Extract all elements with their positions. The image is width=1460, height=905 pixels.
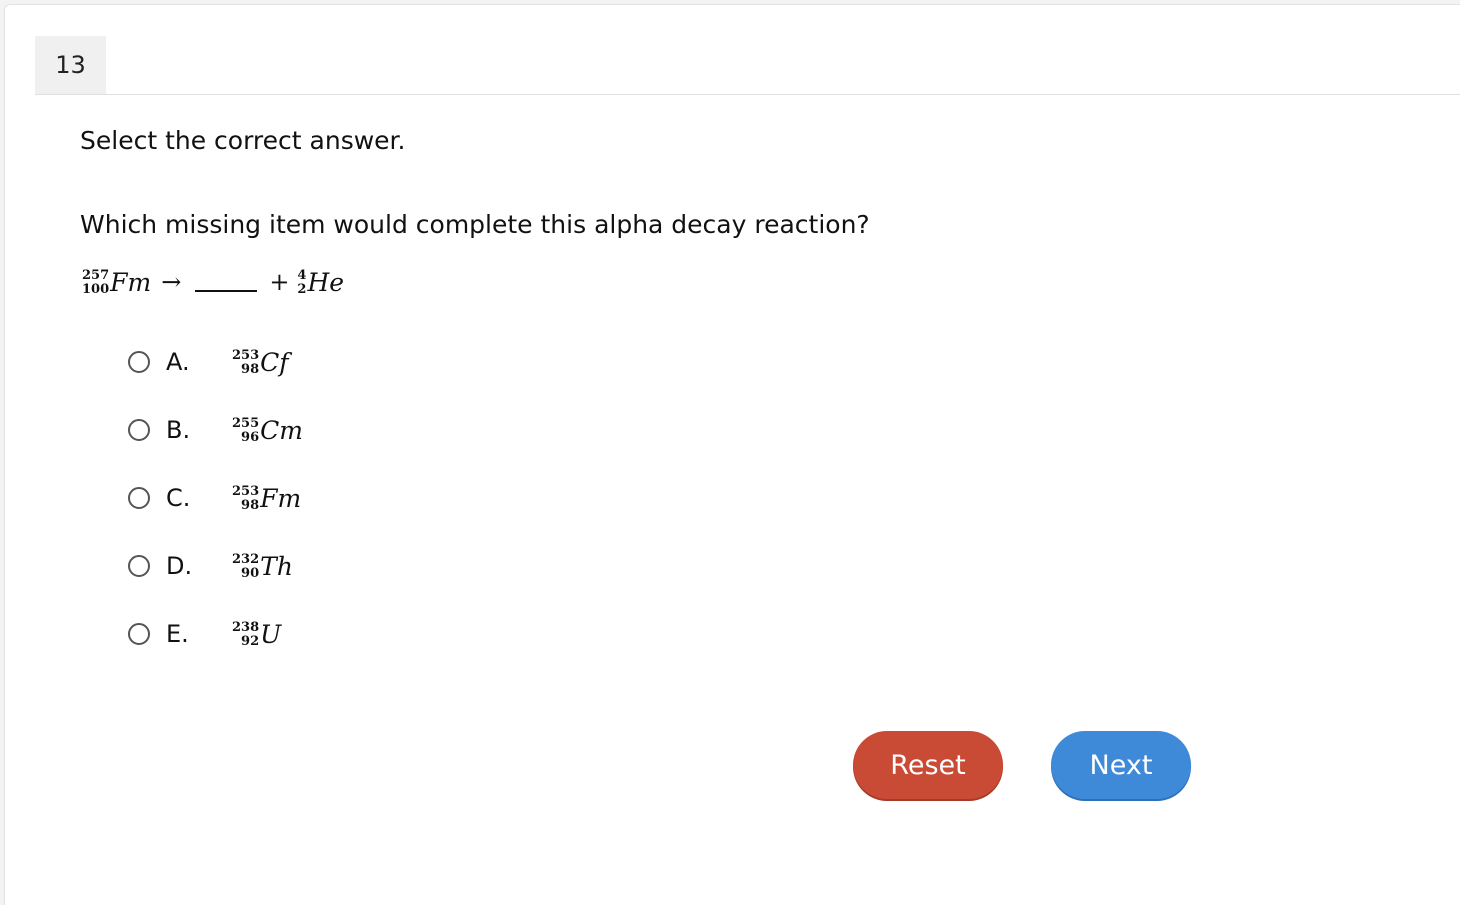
radio-button-c[interactable] [128,487,150,509]
option-b[interactable]: B. 255 96 Cm [128,396,303,464]
element-symbol: U [260,619,282,649]
option-nuclide: 232 90 Th [232,552,293,581]
option-e[interactable]: E. 238 92 U [128,600,303,668]
product-nuclide: 4 2 He [297,268,344,297]
atomic-number: 98 [241,497,260,513]
question-number: 13 [35,36,106,94]
question-number-bar: 13 [35,36,1460,95]
reset-button[interactable]: Reset [853,731,1003,799]
reaction-arrow: → [161,268,182,296]
decay-equation: 257 100 Fm → + 4 2 He [82,262,344,302]
option-letter: B. [166,416,191,444]
mass-number: 232 [232,551,260,567]
question-text: Which missing item would complete this a… [80,210,870,239]
option-nuclide: 253 98 Cf [232,348,289,377]
option-nuclide: 253 98 Fm [232,484,301,513]
option-letter: A. [166,348,190,376]
radio-button-d[interactable] [128,555,150,577]
atomic-number: 92 [241,633,260,649]
answer-options: A. 253 98 Cf B. 255 96 Cm C. 253 98 Fm D. 2… [128,328,303,668]
mass-number: 255 [232,415,260,431]
radio-button-b[interactable] [128,419,150,441]
instruction-text: Select the correct answer. [80,126,406,155]
option-nuclide: 238 92 U [232,620,281,649]
reactant-symbol: Fm [110,267,152,297]
element-symbol: Fm [260,483,302,513]
element-symbol: Th [260,551,293,581]
reactant-mass-number: 257 [82,267,110,283]
radio-button-a[interactable] [128,351,150,373]
product-atomic-number: 2 [297,281,307,297]
product-symbol: He [307,267,345,297]
mass-number: 253 [232,347,260,363]
atomic-number: 96 [241,429,260,445]
option-letter: D. [166,552,193,580]
option-letter: E. [166,620,189,648]
mass-number: 253 [232,483,260,499]
radio-button-e[interactable] [128,623,150,645]
option-d[interactable]: D. 232 90 Th [128,532,303,600]
atomic-number: 98 [241,361,260,377]
product-mass-number: 4 [297,267,307,283]
next-button[interactable]: Next [1051,731,1191,799]
option-c[interactable]: C. 253 98 Fm [128,464,303,532]
atomic-number: 90 [241,565,260,581]
missing-item-blank [195,272,258,292]
mass-number: 238 [232,619,260,635]
reactant-atomic-number: 100 [82,281,110,297]
reactant-nuclide: 257 100 Fm [82,268,151,297]
element-symbol: Cm [260,415,303,445]
option-nuclide: 255 96 Cm [232,416,303,445]
option-a[interactable]: A. 253 98 Cf [128,328,303,396]
plus-sign: + [269,268,290,296]
option-letter: C. [166,484,191,512]
element-symbol: Cf [260,347,289,377]
